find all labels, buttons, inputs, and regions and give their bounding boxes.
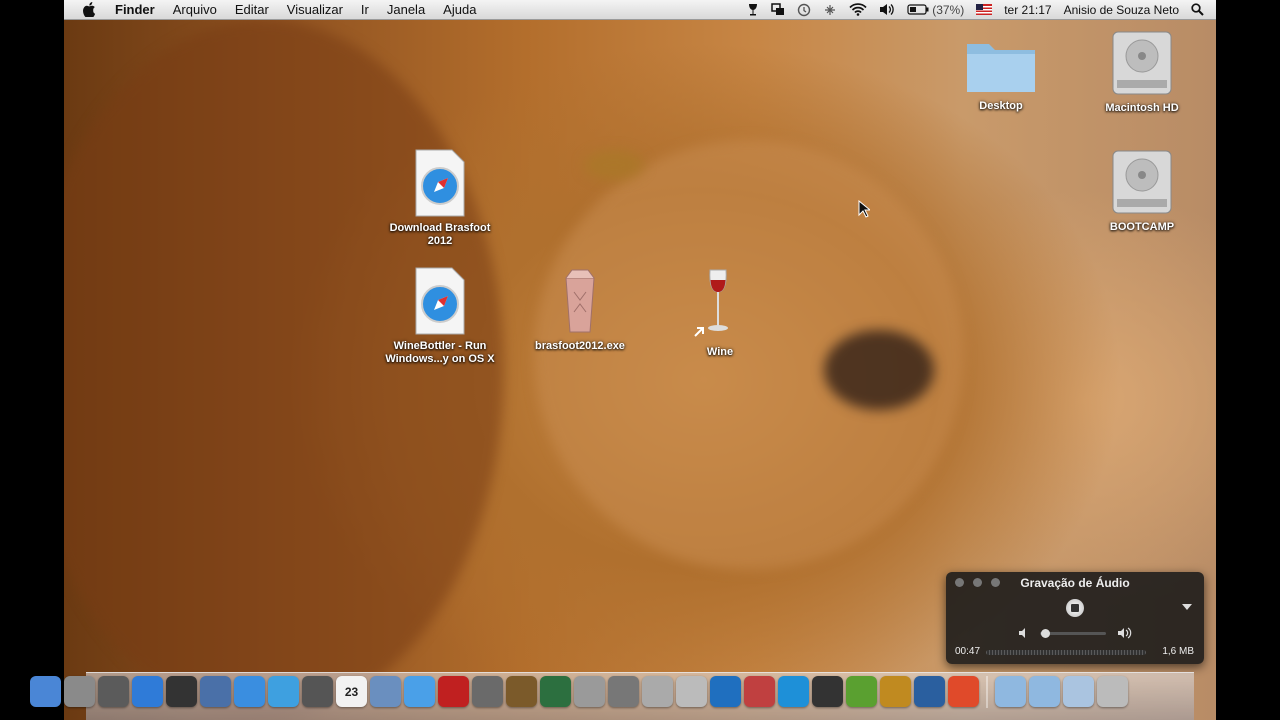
parallels-icon[interactable]	[744, 676, 775, 707]
disk-utility-icon[interactable]	[574, 676, 605, 707]
time-machine-icon[interactable]	[791, 3, 817, 17]
activity-monitor-icon[interactable]	[98, 676, 129, 707]
menubar-clock[interactable]: ter 21:17	[998, 3, 1057, 17]
wallpaper-mane	[64, 20, 504, 720]
garageband-icon[interactable]	[506, 676, 537, 707]
itunes-icon[interactable]	[404, 676, 435, 707]
desktop-icon-label: Download Brasfoot 2012	[389, 222, 491, 247]
desktop-icon-download-brasfoot[interactable]: Download Brasfoot 2012	[380, 148, 500, 248]
menu-editar[interactable]: Editar	[226, 2, 278, 17]
preview-icon[interactable]	[200, 676, 231, 707]
desktop-icon-wine[interactable]: Wine	[660, 266, 780, 359]
menu-janela[interactable]: Janela	[378, 2, 434, 17]
wine-menu-icon[interactable]	[741, 3, 765, 17]
desktop-screen: Finder Arquivo Editar Visualizar Ir Jane…	[64, 0, 1216, 720]
wallpaper-eye	[584, 150, 644, 180]
desktop-icon-bootcamp[interactable]: BOOTCAMP	[1082, 149, 1202, 234]
screen-share-icon[interactable]	[765, 3, 791, 16]
stocks-app-icon[interactable]	[710, 676, 741, 707]
safari-webloc-icon	[415, 149, 465, 217]
app-store-icon[interactable]	[132, 676, 163, 707]
blocked-app-icon[interactable]	[676, 676, 707, 707]
us-flag-icon[interactable]	[970, 4, 998, 15]
window-title: Gravação de Áudio	[1020, 576, 1130, 590]
volume-icon[interactable]	[873, 3, 901, 16]
wifi-icon[interactable]	[843, 3, 873, 16]
iphoto-icon[interactable]	[370, 676, 401, 707]
photo-booth-icon[interactable]	[302, 676, 333, 707]
desktop-icon-label: Macintosh HD	[1105, 102, 1179, 114]
photo-app-icon[interactable]	[438, 676, 469, 707]
menu-visualizar[interactable]: Visualizar	[278, 2, 352, 17]
bluetooth-icon[interactable]	[817, 3, 843, 17]
menu-finder[interactable]: Finder	[106, 2, 164, 17]
battery-percent: (37%)	[932, 2, 965, 17]
mouse-cursor-icon	[858, 200, 870, 218]
calendar-icon[interactable]: 23	[336, 676, 367, 707]
applications-folder-icon[interactable]	[995, 676, 1026, 707]
battery-status[interactable]: (37%)	[901, 3, 970, 17]
hard-drive-icon	[1112, 31, 1172, 95]
downloads-icon[interactable]	[1063, 676, 1094, 707]
desktop-icon-desktop-folder[interactable]: Desktop	[941, 36, 1061, 113]
trash-icon[interactable]	[1097, 676, 1128, 707]
menu-arquivo[interactable]: Arquivo	[164, 2, 226, 17]
desktop-icon-brasfoot-exe[interactable]: brasfoot2012.exe	[520, 266, 640, 353]
safari-icon[interactable]	[234, 676, 265, 707]
volume-high-icon	[1118, 627, 1132, 639]
audio-level-meter	[986, 650, 1146, 655]
dock-separator	[986, 676, 988, 708]
elapsed-time: 00:47	[955, 646, 981, 657]
system-info-icon[interactable]	[642, 676, 673, 707]
file-size: 1,6 MB	[1162, 646, 1194, 657]
camera-icon[interactable]	[608, 676, 639, 707]
audio-recording-window: Gravação de Áudio 00:47 1,6 MB	[946, 572, 1204, 664]
facetime-icon[interactable]	[268, 676, 299, 707]
folder-icon	[967, 44, 1035, 92]
desktop-icon-label: BOOTCAMP	[1109, 221, 1175, 233]
dashboard-icon[interactable]	[166, 676, 197, 707]
menu-bar: Finder Arquivo Editar Visualizar Ir Jane…	[64, 0, 1216, 20]
chrome-icon[interactable]	[948, 676, 979, 707]
exe-package-icon	[565, 269, 595, 333]
stop-recording-button[interactable]	[1066, 599, 1084, 617]
desktop-icon-label: Desktop	[979, 100, 1023, 112]
desktop-icon-label: brasfoot2012.exe	[535, 340, 625, 352]
menu-ir[interactable]: Ir	[352, 2, 378, 17]
battery-icon	[907, 4, 929, 15]
desktop-icon-label: Wine	[706, 346, 734, 358]
apple-menu-icon[interactable]	[82, 2, 96, 17]
desktop-icon-macintosh-hd[interactable]: Macintosh HD	[1082, 30, 1202, 115]
quicktime-icon[interactable]	[914, 676, 945, 707]
safari-webloc-icon	[415, 267, 465, 335]
menubar-user[interactable]: Anisio de Souza Neto	[1058, 3, 1185, 17]
hard-drive-icon	[1112, 150, 1172, 214]
documents-folder-icon[interactable]	[1029, 676, 1060, 707]
time-machine-icon[interactable]	[540, 676, 571, 707]
dock-icons: 23	[30, 676, 1128, 708]
launchpad-icon[interactable]	[64, 676, 95, 707]
status-area: (37%) ter 21:17 Anisio de Souza Neto	[741, 3, 1216, 17]
options-dropdown-icon[interactable]	[1182, 604, 1192, 610]
desktop-icon-label: WineBottler - Run Windows...y on OS X	[385, 340, 495, 365]
volume-slider-knob[interactable]	[1041, 629, 1051, 638]
terminal-icon[interactable]	[812, 676, 843, 707]
minecraft-icon[interactable]	[846, 676, 877, 707]
wallpaper-nose	[824, 330, 934, 410]
desktop-icon-winebottler[interactable]: WineBottler - Run Windows...y on OS X	[380, 266, 500, 366]
burn-icon[interactable]	[880, 676, 911, 707]
volume-slider[interactable]	[1040, 629, 1106, 638]
bluetooth-icon[interactable]	[778, 676, 809, 707]
spotlight-search-icon[interactable]	[1185, 3, 1216, 16]
menu-ajuda[interactable]: Ajuda	[434, 2, 485, 17]
volume-low-icon	[1019, 628, 1025, 638]
wine-glass-alias-icon	[694, 269, 728, 337]
finder-icon[interactable]	[30, 676, 61, 707]
utility-icon[interactable]	[472, 676, 503, 707]
